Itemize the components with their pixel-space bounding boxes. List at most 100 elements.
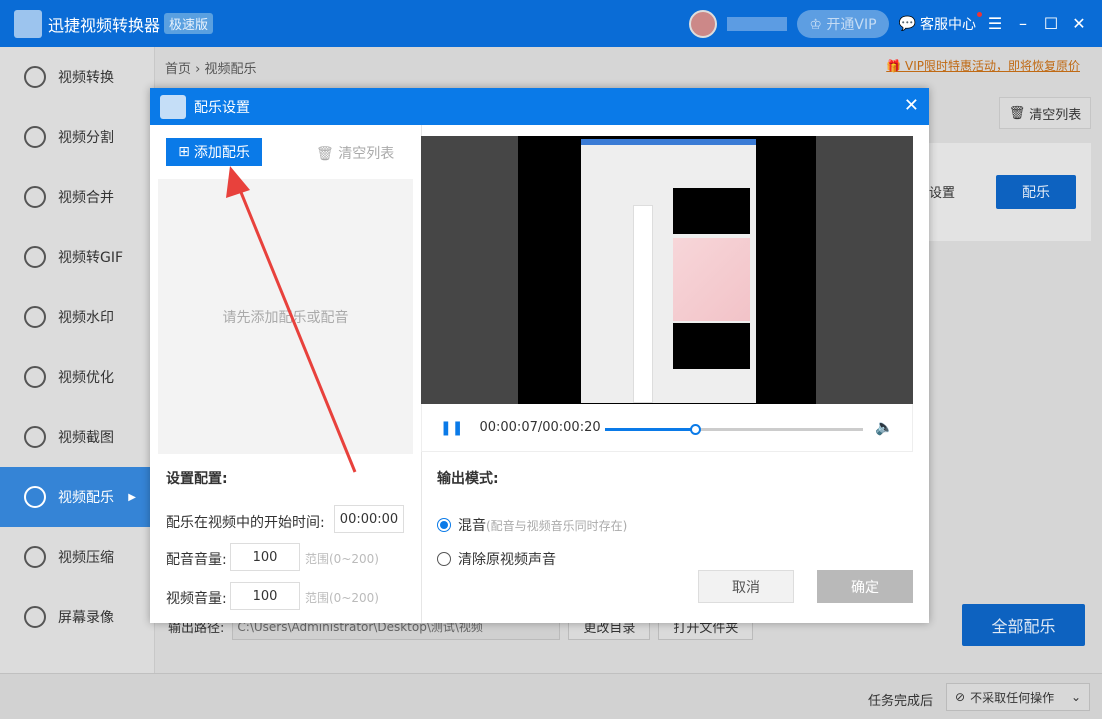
all-music-button[interactable]: 全部配乐 bbox=[962, 604, 1085, 646]
video-volume-input[interactable]: 100 bbox=[230, 582, 300, 610]
video-frame bbox=[518, 136, 816, 404]
gif-icon bbox=[24, 246, 46, 268]
sidebar-item-2[interactable]: 视频合并 bbox=[0, 167, 154, 227]
clear-list-label: 清空列表 bbox=[1029, 107, 1082, 123]
compress-icon bbox=[24, 546, 46, 568]
dialog-close-icon[interactable]: ✕ bbox=[904, 95, 919, 116]
edition-badge: 极速版 bbox=[164, 13, 214, 34]
settings-label[interactable]: 设置 bbox=[929, 182, 955, 201]
sidebar-item-label: 视频截图 bbox=[58, 430, 114, 446]
video-content-flowers bbox=[673, 238, 750, 321]
sidebar-item-6[interactable]: 视频截图 bbox=[0, 407, 154, 467]
convert-icon bbox=[24, 66, 46, 88]
pause-icon[interactable]: ❚❚ bbox=[440, 420, 463, 436]
promo-link[interactable]: 🎁 VIP限时特惠活动，即将恢复原价 bbox=[886, 57, 1080, 74]
sidebar-item-label: 屏幕录像 bbox=[58, 610, 114, 626]
mix-hint: (配音与视频音乐同时存在) bbox=[486, 518, 628, 533]
after-task-label: 任务完成后 bbox=[868, 694, 934, 709]
dialog-title: 配乐设置 bbox=[194, 99, 250, 116]
settings-title: 设置配置: bbox=[166, 471, 228, 487]
notification-dot bbox=[977, 11, 982, 17]
minimize-icon[interactable]: – bbox=[1014, 14, 1032, 33]
empty-hint: 请先添加配乐或配音 bbox=[222, 309, 349, 326]
dub-volume-input[interactable]: 100 bbox=[230, 543, 300, 571]
service-button[interactable]: 💬 客服中心 bbox=[898, 11, 982, 34]
add-music-label: 添加配乐 bbox=[193, 145, 250, 161]
chevron-right-icon: ▶ bbox=[128, 491, 136, 503]
mix-label: 混音 bbox=[458, 518, 486, 534]
sidebar-item-5[interactable]: 视频优化 bbox=[0, 347, 154, 407]
split-icon bbox=[24, 126, 46, 148]
playback-time: 00:00:07/00:00:20 bbox=[479, 420, 601, 435]
dub-volume-label: 配音音量: bbox=[166, 552, 227, 568]
clear-list-button[interactable]: 🗑 清空列表 bbox=[999, 97, 1091, 129]
start-time-label: 配乐在视频中的开始时间: bbox=[166, 515, 325, 531]
close-icon[interactable]: ✕ bbox=[1070, 14, 1088, 33]
maximize-icon[interactable]: ☐ bbox=[1042, 14, 1060, 33]
app-title: 迅捷视频转换器 bbox=[48, 15, 161, 35]
sidebar-item-3[interactable]: 视频转GIF bbox=[0, 227, 154, 287]
dialog-clear-list-label: 清空列表 bbox=[338, 146, 395, 162]
video-content-block bbox=[673, 188, 750, 234]
menu-icon[interactable]: ☰ bbox=[986, 14, 1004, 33]
plus-icon: ⊞ bbox=[178, 144, 190, 160]
optimize-icon bbox=[24, 366, 46, 388]
breadcrumb-current: 视频配乐 bbox=[204, 62, 257, 77]
sidebar-item-label: 视频水印 bbox=[58, 310, 114, 326]
vip-label: 开通VIP bbox=[826, 16, 877, 33]
sidebar-item-label: 视频转换 bbox=[58, 70, 114, 86]
video-volume-label: 视频音量: bbox=[166, 591, 227, 607]
watermark-icon bbox=[24, 306, 46, 328]
dialog-logo bbox=[160, 94, 186, 119]
start-time-input[interactable]: 00:00:00 bbox=[334, 505, 404, 533]
sidebar-item-label: 视频转GIF bbox=[58, 250, 124, 266]
volume-icon[interactable]: 🔈 bbox=[875, 418, 894, 436]
trash-icon: 🗑 bbox=[316, 146, 339, 162]
video-content-menu bbox=[633, 205, 653, 403]
record-icon bbox=[24, 606, 46, 628]
app-logo bbox=[14, 9, 42, 38]
seek-slider[interactable] bbox=[605, 424, 863, 435]
promo-text: VIP限时特惠活动，即将恢复原价 bbox=[905, 59, 1080, 73]
chevron-down-icon: ⌄ bbox=[1070, 690, 1081, 704]
seek-fill bbox=[605, 428, 696, 431]
video-content bbox=[581, 139, 756, 403]
sidebar-item-9[interactable]: 屏幕录像 bbox=[0, 587, 154, 647]
video-preview[interactable] bbox=[421, 136, 913, 404]
add-music-button[interactable]: ⊞ 添加配乐 bbox=[166, 138, 262, 166]
sidebar-item-4[interactable]: 视频水印 bbox=[0, 287, 154, 347]
music-button[interactable]: 配乐 bbox=[996, 175, 1076, 209]
mix-radio[interactable]: 混音 (配音与视频音乐同时存在) bbox=[437, 515, 627, 535]
sidebar-item-8[interactable]: 视频压缩 bbox=[0, 527, 154, 587]
bottom-bar bbox=[0, 673, 1102, 719]
dialog-header: 配乐设置 bbox=[150, 88, 929, 125]
remove-audio-radio[interactable]: 清除原视频声音 bbox=[437, 549, 556, 569]
ok-button[interactable]: 确定 bbox=[817, 570, 913, 603]
breadcrumb: 首页 › 视频配乐 bbox=[165, 62, 257, 77]
remove-audio-label: 清除原视频声音 bbox=[458, 552, 556, 568]
gift-icon: 🎁 bbox=[886, 59, 905, 73]
avatar[interactable] bbox=[689, 9, 718, 38]
after-task-select[interactable]: ⊘ 不采取任何操作 ⌄ bbox=[946, 683, 1090, 711]
sidebar-item-7[interactable]: 视频配乐 ▶ bbox=[0, 467, 154, 527]
cancel-button[interactable]: 取消 bbox=[698, 570, 794, 603]
music-list: 请先添加配乐或配音 bbox=[158, 179, 413, 454]
title-bar: 迅捷视频转换器 极速版 ♔ 开通VIP 💬 客服中心 ☰ – ☐ ✕ bbox=[0, 0, 1102, 47]
music-settings-dialog: 配乐设置 ✕ ⊞ 添加配乐 🗑 清空列表 请先添加配乐或配音 设置配置: 配乐在视… bbox=[150, 88, 929, 623]
screenshot-icon bbox=[24, 426, 46, 448]
sidebar-item-1[interactable]: 视频分割 bbox=[0, 107, 154, 167]
video-volume-range: 范围(0~200) bbox=[305, 591, 379, 605]
breadcrumb-home[interactable]: 首页 bbox=[165, 62, 191, 77]
sidebar-item-label: 视频合并 bbox=[58, 190, 114, 206]
player-controls: ❚❚ 00:00:07/00:00:20 🔈 bbox=[421, 404, 913, 452]
vip-button[interactable]: ♔ 开通VIP bbox=[797, 9, 889, 38]
radio-checked bbox=[437, 518, 451, 532]
sidebar: 视频转换视频分割视频合并视频转GIF 视频水印视频优化视频截图视频配乐 ▶ 视频压缩屏… bbox=[0, 47, 155, 673]
chat-icon: 💬 bbox=[898, 15, 916, 32]
dub-volume-range: 范围(0~200) bbox=[305, 552, 379, 566]
dialog-clear-list-button[interactable]: 🗑 清空列表 bbox=[316, 143, 394, 163]
seek-handle[interactable] bbox=[690, 424, 702, 435]
sidebar-item-label: 视频压缩 bbox=[58, 550, 114, 566]
music-icon bbox=[24, 486, 46, 508]
sidebar-item-0[interactable]: 视频转换 bbox=[0, 47, 154, 107]
